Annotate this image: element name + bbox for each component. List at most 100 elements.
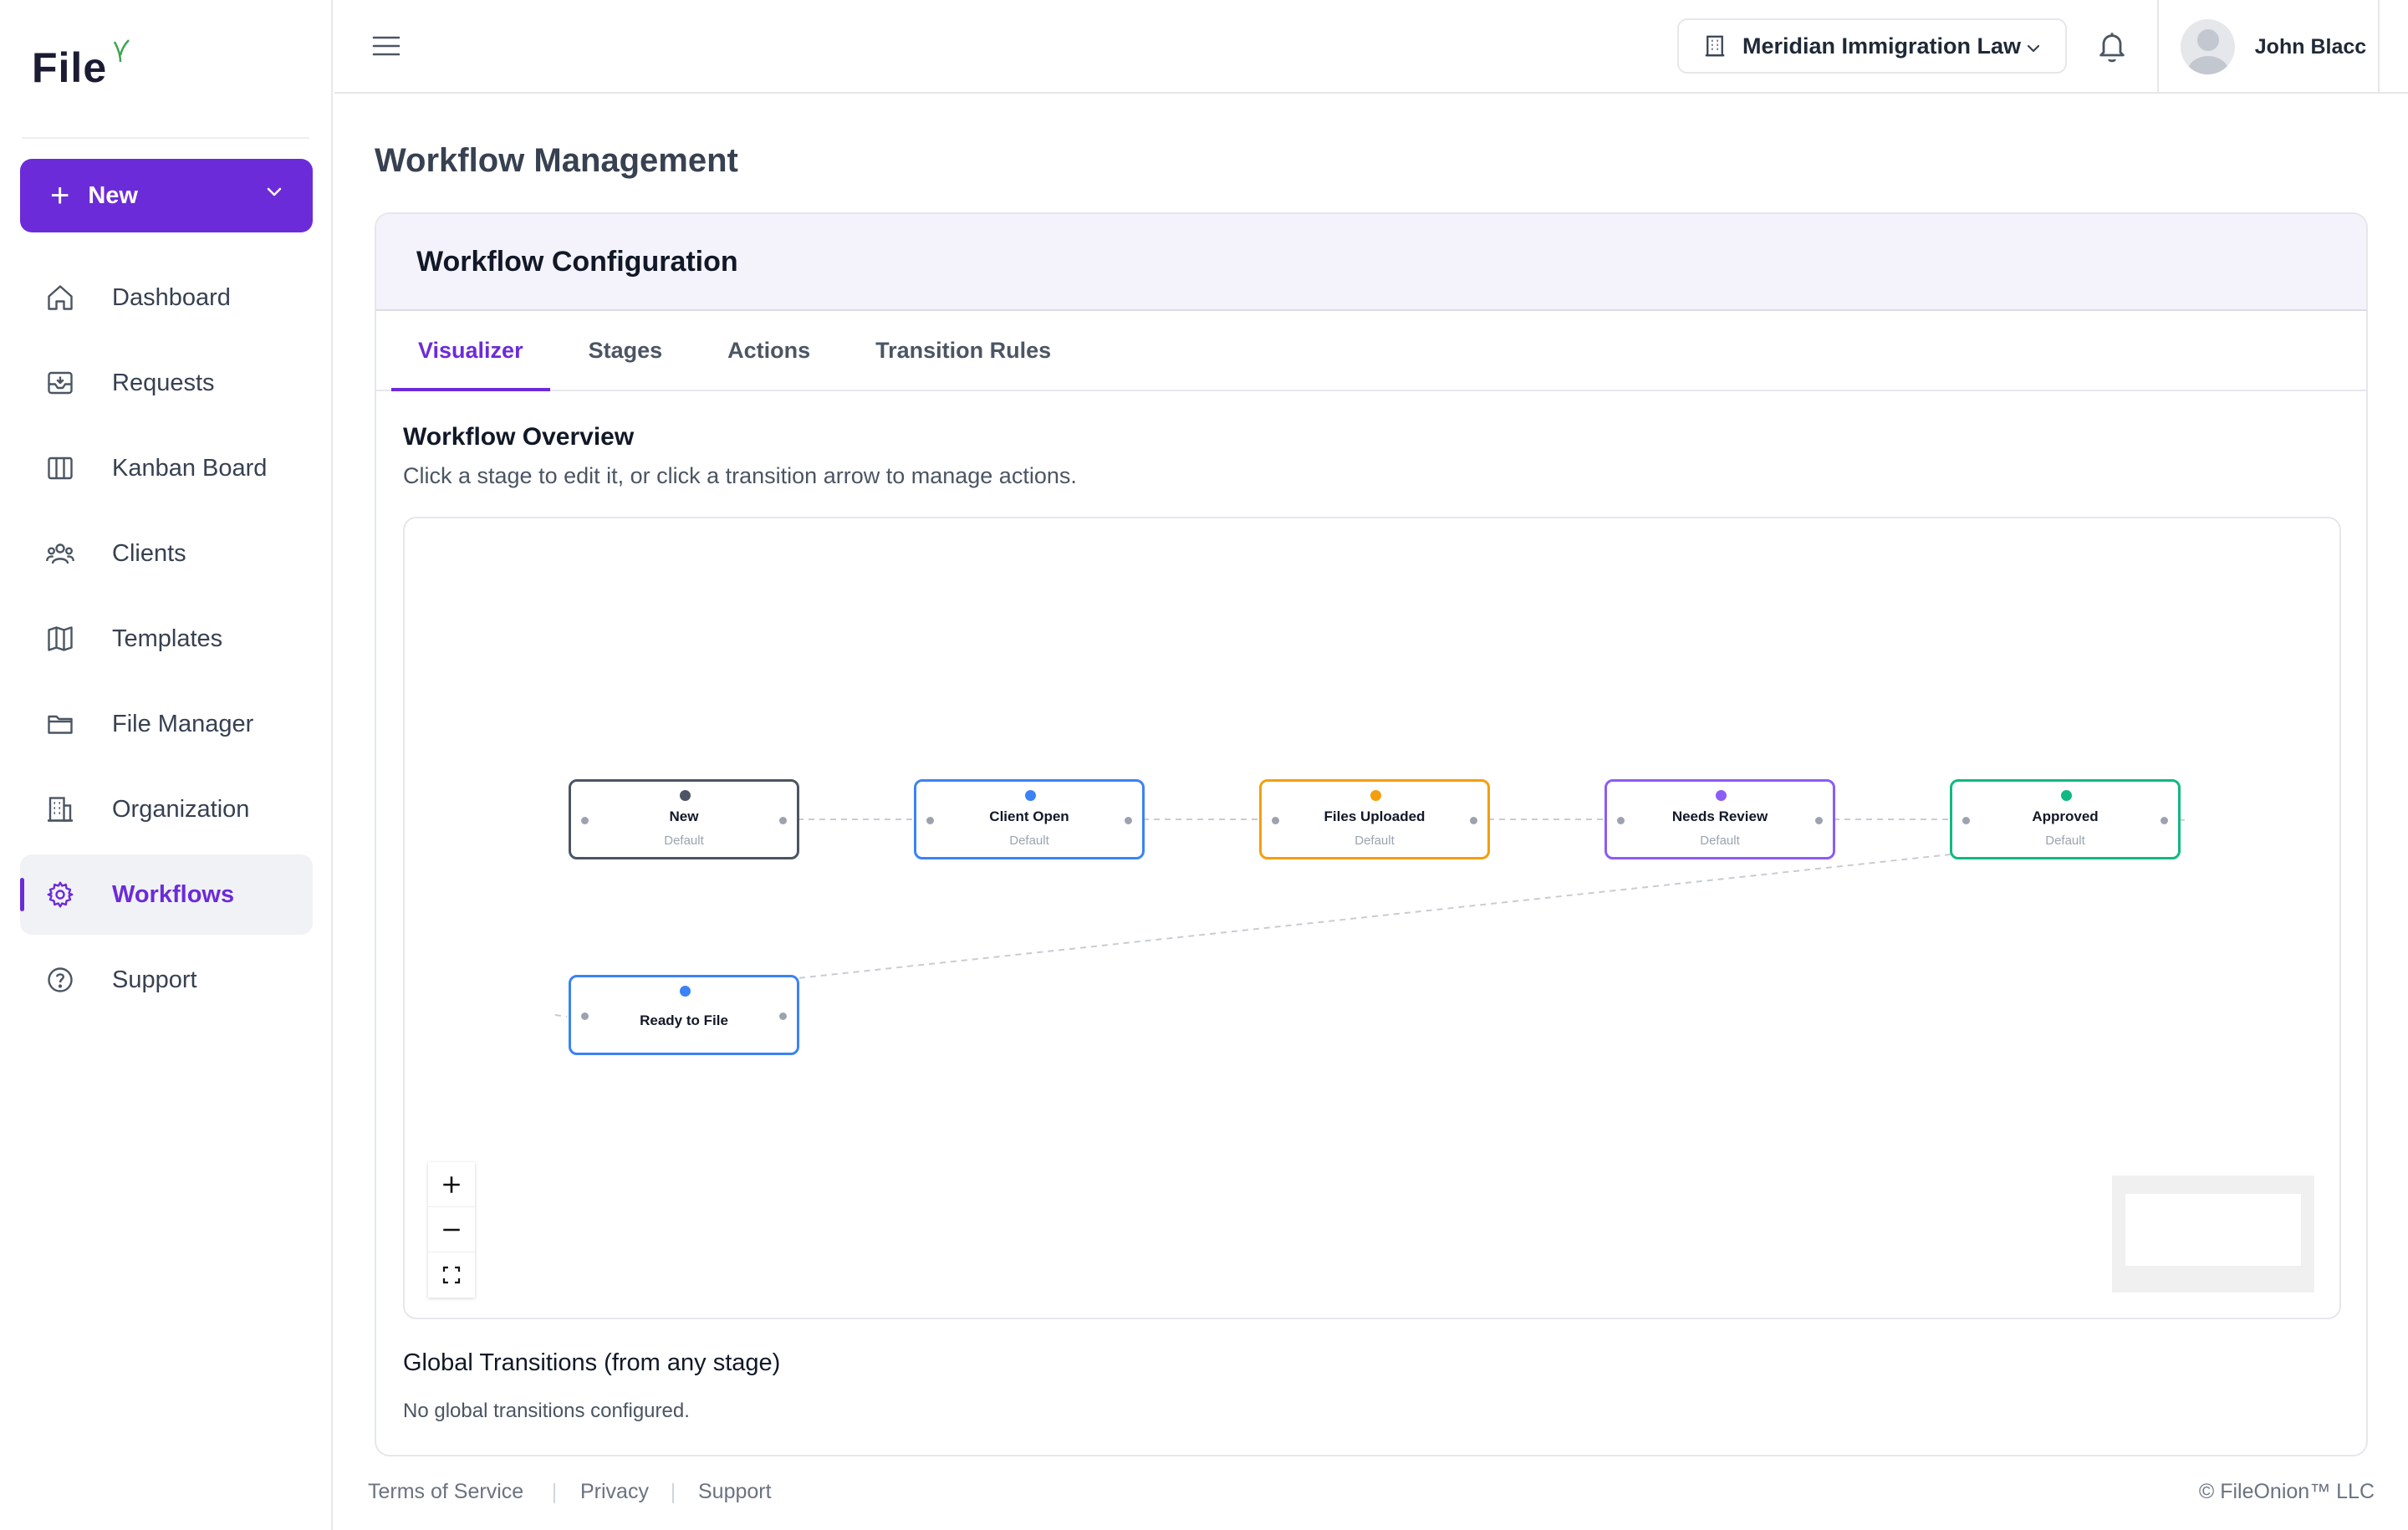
user-menu[interactable]: John Blacc — [2157, 0, 2380, 94]
chevron-down-icon — [2027, 44, 2040, 53]
tab-bar: Visualizer Stages Actions Transition Rul… — [376, 311, 2366, 391]
columns-icon — [43, 451, 77, 485]
minimap[interactable] — [2112, 1176, 2314, 1293]
copyright: © FileOnion™ LLC — [2198, 1480, 2375, 1503]
sidebar-item-label: Dashboard — [112, 283, 231, 311]
footer-link-support[interactable]: Support — [698, 1480, 772, 1504]
tab-transition-rules[interactable]: Transition Rules — [849, 311, 1078, 390]
stage-color-dot — [1025, 790, 1036, 801]
sidebar-item-label: Templates — [112, 625, 223, 652]
tab-visualizer[interactable]: Visualizer — [391, 311, 550, 391]
users-icon — [43, 537, 77, 570]
new-button[interactable]: + New — [20, 159, 313, 232]
home-icon — [43, 281, 77, 314]
overview-subtitle: Click a stage to edit it, or click a tra… — [403, 463, 1077, 488]
stage-node-approved[interactable]: Approved Default — [1950, 779, 2181, 859]
sidebar-item-label: Kanban Board — [112, 454, 268, 482]
plus-icon — [443, 1176, 460, 1193]
plus-icon: + — [50, 177, 70, 214]
stage-subtitle: Default — [1700, 834, 1740, 848]
overview-title: Workflow Overview — [403, 423, 635, 451]
sidebar-item-support[interactable]: Support — [20, 940, 313, 1020]
global-transitions-title: Global Transitions (from any stage) — [403, 1349, 781, 1376]
stage-color-dot — [680, 790, 691, 801]
stage-subtitle: Default — [2045, 834, 2085, 848]
transition-edge — [554, 1014, 568, 1017]
logo[interactable]: File — [32, 39, 130, 110]
map-icon — [43, 622, 77, 655]
stage-node-needs-review[interactable]: Needs Review Default — [1604, 779, 1835, 859]
sidebar-item-workflows[interactable]: Workflows — [20, 854, 313, 935]
sidebar-nav: Dashboard Requests Kanban Board Clients — [20, 258, 313, 1025]
bell-icon[interactable] — [2095, 28, 2129, 65]
help-circle-icon — [43, 963, 77, 997]
zoom-controls — [428, 1162, 475, 1298]
footer-divider — [554, 1483, 555, 1503]
gear-icon — [43, 878, 77, 911]
workflow-canvas[interactable]: New Default Client Open Default Files Up… — [403, 517, 2341, 1319]
footer: Terms of Service Privacy Support © FileO… — [368, 1480, 2375, 1513]
stage-node-new[interactable]: New Default — [569, 779, 799, 859]
minimap-viewport[interactable] — [2125, 1194, 2301, 1266]
sidebar-item-clients[interactable]: Clients — [20, 513, 313, 594]
sidebar-item-label: Requests — [112, 369, 215, 396]
logo-text: File — [32, 44, 108, 91]
inbox-icon — [43, 366, 77, 400]
organization-select[interactable]: Meridian Immigration Law — [1677, 18, 2067, 74]
building-icon — [43, 793, 77, 826]
sidebar-item-label: Clients — [112, 539, 186, 567]
stage-color-dot — [2061, 790, 2072, 801]
building-icon — [1705, 35, 1725, 57]
sidebar-item-label: Workflows — [112, 880, 235, 908]
stage-subtitle: Default — [1009, 834, 1049, 848]
stage-node-ready-to-file[interactable]: Ready to File — [569, 975, 799, 1055]
stage-name: Needs Review — [1671, 808, 1768, 824]
tab-stages[interactable]: Stages — [562, 311, 690, 390]
card-title: Workflow Configuration — [376, 214, 2366, 311]
sidebar-item-file-manager[interactable]: File Manager — [20, 684, 313, 764]
stage-node-client-open[interactable]: Client Open Default — [914, 779, 1145, 859]
sidebar-item-templates[interactable]: Templates — [20, 599, 313, 679]
footer-divider — [672, 1483, 674, 1503]
transition-edge — [797, 854, 1951, 979]
workflow-configuration-card: Workflow Configuration Visualizer Stages… — [375, 212, 2368, 1456]
stage-name: New — [669, 808, 699, 824]
folder-icon — [43, 707, 77, 741]
sidebar: File + New Dashboard Requests Kanban Boa… — [0, 0, 333, 1530]
tab-actions[interactable]: Actions — [701, 311, 837, 390]
footer-link-privacy[interactable]: Privacy — [580, 1480, 649, 1504]
sidebar-item-organization[interactable]: Organization — [20, 769, 313, 849]
sidebar-item-kanban-board[interactable]: Kanban Board — [20, 428, 313, 508]
avatar — [2181, 19, 2235, 74]
fullscreen-icon — [442, 1266, 461, 1284]
stage-node-files-uploaded[interactable]: Files Uploaded Default — [1259, 779, 1490, 859]
stage-name: Approved — [2032, 808, 2099, 824]
sidebar-item-label: Organization — [112, 795, 250, 823]
zoom-in-button[interactable] — [428, 1162, 475, 1207]
top-header: Meridian Immigration Law John Blacc — [334, 0, 2408, 94]
stage-subtitle: Default — [664, 834, 704, 848]
hamburger-menu-icon[interactable] — [371, 32, 401, 60]
fit-view-button[interactable] — [428, 1252, 475, 1298]
stage-color-dot — [1370, 790, 1381, 801]
user-name: John Blacc — [2254, 34, 2367, 59]
chevron-down-icon[interactable] — [264, 182, 284, 202]
stage-subtitle: Default — [1354, 834, 1395, 848]
sidebar-item-label: File Manager — [112, 710, 254, 737]
stage-name: Client Open — [989, 808, 1069, 824]
stage-name: Files Uploaded — [1324, 808, 1426, 824]
organization-name: Meridian Immigration Law — [1742, 33, 2022, 59]
sidebar-item-dashboard[interactable]: Dashboard — [20, 258, 313, 338]
stage-name: Ready to File — [640, 1012, 728, 1028]
sidebar-item-label: Support — [112, 966, 197, 993]
zoom-out-button[interactable] — [428, 1207, 475, 1252]
minus-icon — [443, 1228, 460, 1231]
global-transitions-empty: No global transitions configured. — [403, 1400, 690, 1422]
app-root: File + New Dashboard Requests Kanban Boa… — [0, 0, 2408, 1530]
sprout-icon — [113, 39, 130, 63]
page-title: Workflow Management — [375, 142, 738, 179]
sidebar-divider — [22, 137, 309, 139]
sidebar-item-requests[interactable]: Requests — [20, 343, 313, 423]
transition-edges — [554, 819, 2190, 1017]
footer-link-terms[interactable]: Terms of Service — [368, 1480, 523, 1504]
